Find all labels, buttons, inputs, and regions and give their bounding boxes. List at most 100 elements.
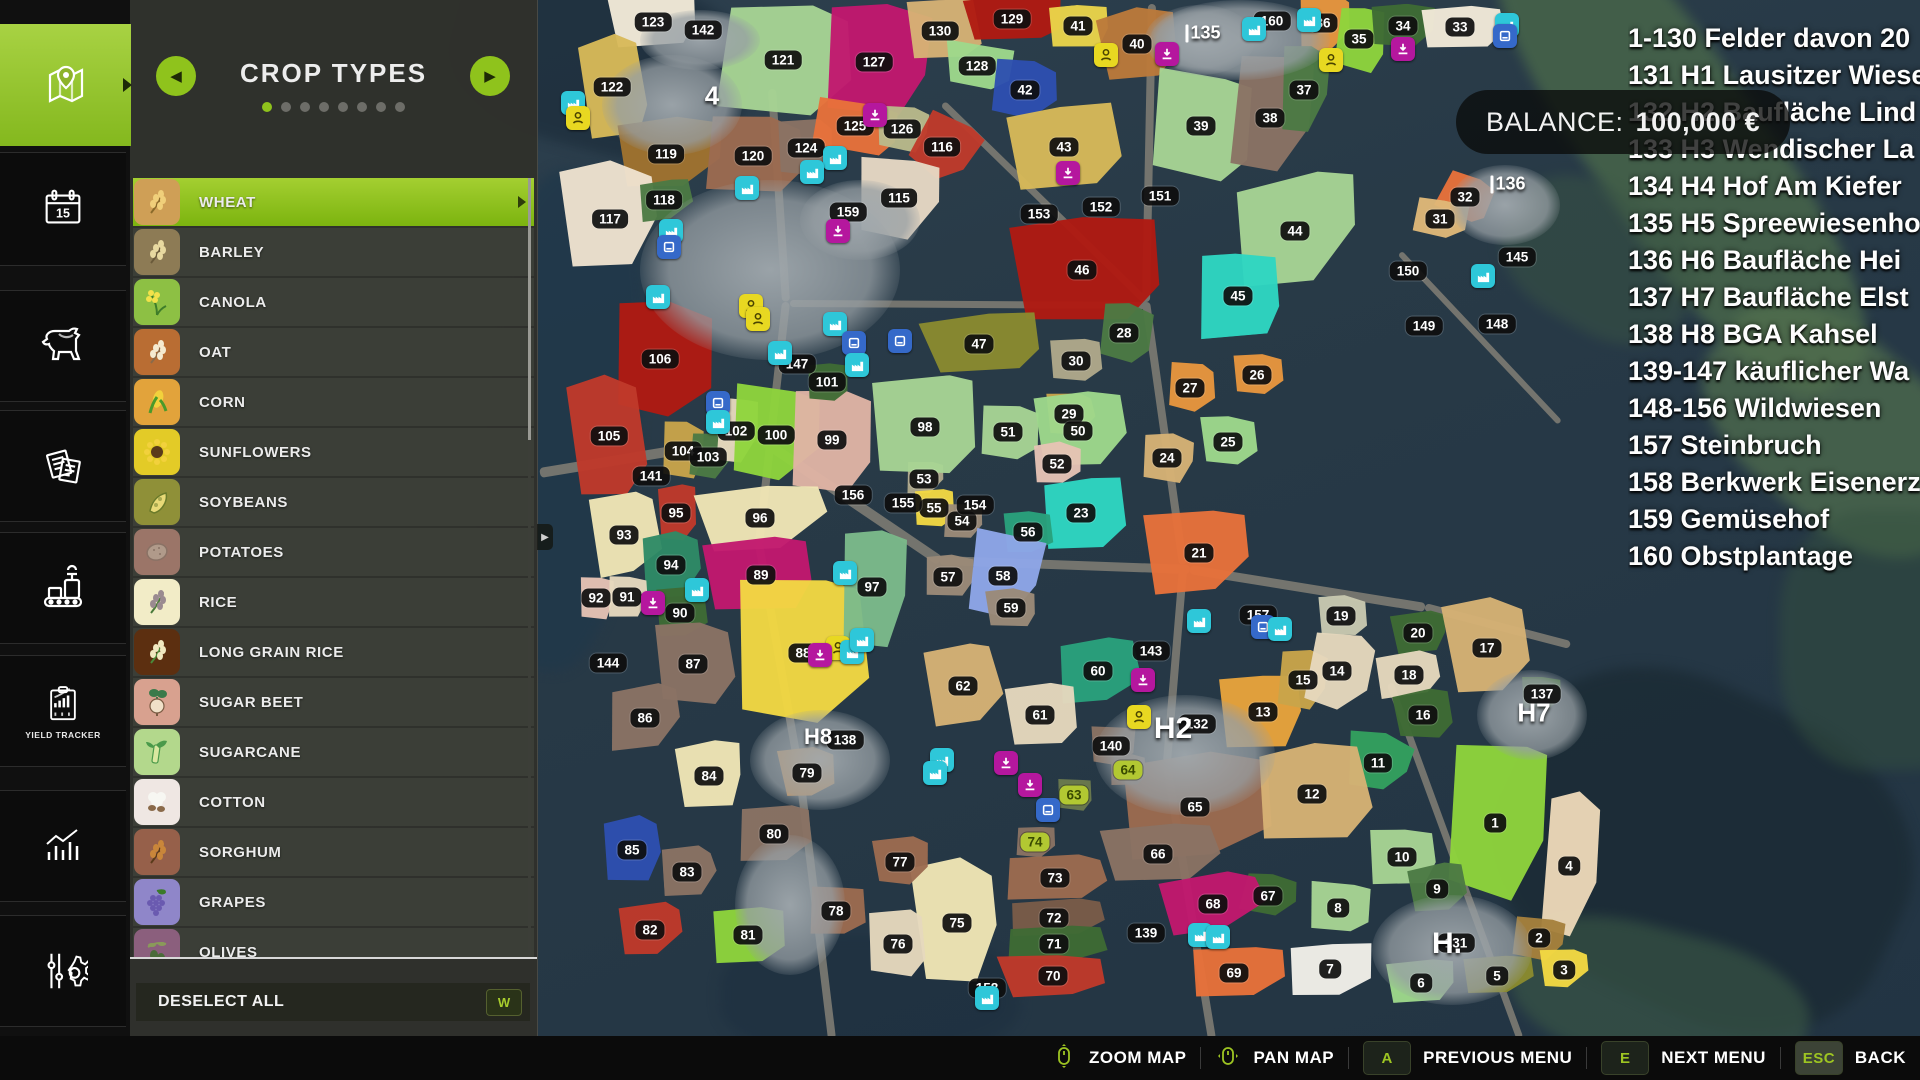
field-number-badge[interactable]: 116 (924, 138, 960, 157)
field-number-badge[interactable]: 52 (1042, 455, 1071, 474)
production-icon[interactable] (1206, 925, 1230, 949)
crop-row-soybeans[interactable]: SOYBEANS (133, 478, 534, 526)
production-icon[interactable] (706, 410, 730, 434)
crop-row-sunflowers[interactable]: SUNFLOWERS (133, 428, 534, 476)
field-number-badge[interactable]: 11 (1364, 754, 1392, 773)
field-number-badge[interactable]: 64 (1113, 761, 1142, 780)
field-number-badge[interactable]: 85 (617, 841, 646, 860)
crop-row-barley[interactable]: BARLEY (133, 228, 534, 276)
crop-row-potatoes[interactable]: POTATOES (133, 528, 534, 576)
unload-point-icon[interactable] (1131, 668, 1155, 692)
field-number-badge[interactable]: 21 (1184, 544, 1213, 563)
field-number-badge[interactable]: 117 (592, 210, 628, 229)
unload-point-icon[interactable] (1018, 773, 1042, 797)
sidebar-item-animals[interactable] (0, 290, 126, 402)
crop-row-olives[interactable]: OLIVES (133, 928, 534, 957)
field-number-badge[interactable]: 66 (1143, 845, 1172, 864)
field-number-badge[interactable]: 115 (881, 189, 917, 208)
production-icon[interactable] (823, 146, 847, 170)
field-number-badge[interactable]: 73 (1040, 869, 1069, 888)
unload-point-icon[interactable] (994, 751, 1018, 775)
person-icon[interactable] (1319, 48, 1343, 72)
field-number-badge[interactable]: 24 (1152, 449, 1181, 468)
sidebar-item-settings[interactable] (0, 915, 126, 1027)
field-number-badge[interactable]: 14 (1322, 662, 1351, 681)
field-number-badge[interactable]: 28 (1109, 324, 1138, 343)
field-number-badge[interactable]: 23 (1066, 504, 1095, 523)
field-number-badge[interactable]: 46 (1067, 261, 1096, 280)
sidebar-item-yield-tracker[interactable]: YIELD TRACKER (0, 655, 126, 767)
field-number-badge[interactable]: 154 (957, 496, 994, 515)
production-icon[interactable] (735, 176, 759, 200)
crop-row-wheat[interactable]: WHEAT (133, 178, 534, 226)
field-number-badge[interactable]: 155 (885, 494, 922, 513)
field-number-badge[interactable]: 145 (1499, 248, 1536, 267)
field-number-badge[interactable]: 156 (835, 486, 872, 505)
page-dot[interactable] (262, 102, 272, 112)
person-icon[interactable] (1094, 43, 1118, 67)
field-number-badge[interactable]: 77 (885, 853, 914, 872)
crop-row-sorghum[interactable]: SORGHUM (133, 828, 534, 876)
field-number-badge[interactable]: 1 (1484, 814, 1506, 833)
field-number-badge[interactable]: 40 (1122, 35, 1151, 54)
field-number-badge[interactable]: 92 (581, 589, 610, 608)
field-number-badge[interactable]: 153 (1021, 205, 1058, 224)
field-number-badge[interactable]: 59 (996, 599, 1025, 618)
field-number-badge[interactable]: 17 (1472, 639, 1501, 658)
field-number-badge[interactable]: 78 (821, 902, 850, 921)
field-number-badge[interactable]: 127 (856, 53, 893, 72)
field-number-badge[interactable]: 95 (661, 504, 690, 523)
field-number-badge[interactable]: 50 (1063, 422, 1092, 441)
field-number-badge[interactable]: 35 (1344, 30, 1373, 49)
field-number-badge[interactable]: 80 (759, 825, 788, 844)
page-dot[interactable] (395, 102, 405, 112)
field-number-badge[interactable]: 97 (857, 578, 886, 597)
storage-icon[interactable] (1036, 798, 1060, 822)
field-number-badge[interactable]: 51 (993, 423, 1022, 442)
field-number-badge[interactable]: 141 (633, 467, 670, 486)
field-number-badge[interactable]: 84 (694, 767, 723, 786)
field-number-badge[interactable]: 55 (919, 499, 948, 518)
field-number-badge[interactable]: 5 (1486, 967, 1508, 986)
field-number-badge[interactable]: 118 (646, 191, 682, 210)
field-number-badge[interactable]: 63 (1059, 786, 1088, 805)
hint-back[interactable]: ESCBACK (1795, 1041, 1906, 1075)
field-number-badge[interactable]: 25 (1213, 433, 1242, 452)
page-dot[interactable] (338, 102, 348, 112)
field-number-badge[interactable]: 87 (678, 655, 707, 674)
page-dot[interactable] (357, 102, 367, 112)
person-icon[interactable] (566, 106, 590, 130)
field-number-badge[interactable]: 38 (1255, 109, 1284, 128)
field-number-badge[interactable]: 62 (948, 677, 977, 696)
unload-point-icon[interactable] (641, 591, 665, 615)
field-number-badge[interactable]: 32 (1450, 188, 1479, 207)
unload-point-icon[interactable] (1155, 42, 1179, 66)
storage-icon[interactable] (1493, 24, 1517, 48)
field-number-badge[interactable]: 119 (648, 145, 684, 164)
unload-point-icon[interactable] (1056, 161, 1080, 185)
field-number-badge[interactable]: 30 (1061, 352, 1090, 371)
hint-pan-map[interactable]: PAN MAP (1215, 1043, 1334, 1074)
field-number-badge[interactable]: 81 (733, 926, 762, 945)
field-number-badge[interactable]: 96 (745, 509, 774, 528)
person-icon[interactable] (1127, 705, 1151, 729)
field-number-badge[interactable]: 41 (1063, 17, 1092, 36)
field-number-badge[interactable]: 16 (1408, 706, 1437, 725)
field-number-badge[interactable]: 86 (630, 709, 659, 728)
field-number-badge[interactable]: 69 (1219, 964, 1248, 983)
sidebar-item-statistics[interactable] (0, 790, 126, 902)
field-number-badge[interactable]: 120 (735, 147, 772, 166)
field-number-badge[interactable]: 37 (1289, 81, 1318, 100)
production-icon[interactable] (1187, 609, 1211, 633)
field-number-badge[interactable]: 152 (1083, 198, 1120, 217)
production-icon[interactable] (1242, 17, 1266, 41)
field-number-badge[interactable]: 100 (758, 426, 795, 445)
field-number-badge[interactable]: 94 (656, 556, 685, 575)
field-number-badge[interactable]: 76 (883, 935, 912, 954)
field-number-badge[interactable]: 130 (922, 22, 959, 41)
page-dot[interactable] (319, 102, 329, 112)
field-number-badge[interactable]: 8 (1327, 899, 1349, 918)
field-number-badge[interactable]: 19 (1326, 607, 1355, 626)
storage-icon[interactable] (657, 235, 681, 259)
field-number-badge[interactable]: 68 (1198, 895, 1227, 914)
